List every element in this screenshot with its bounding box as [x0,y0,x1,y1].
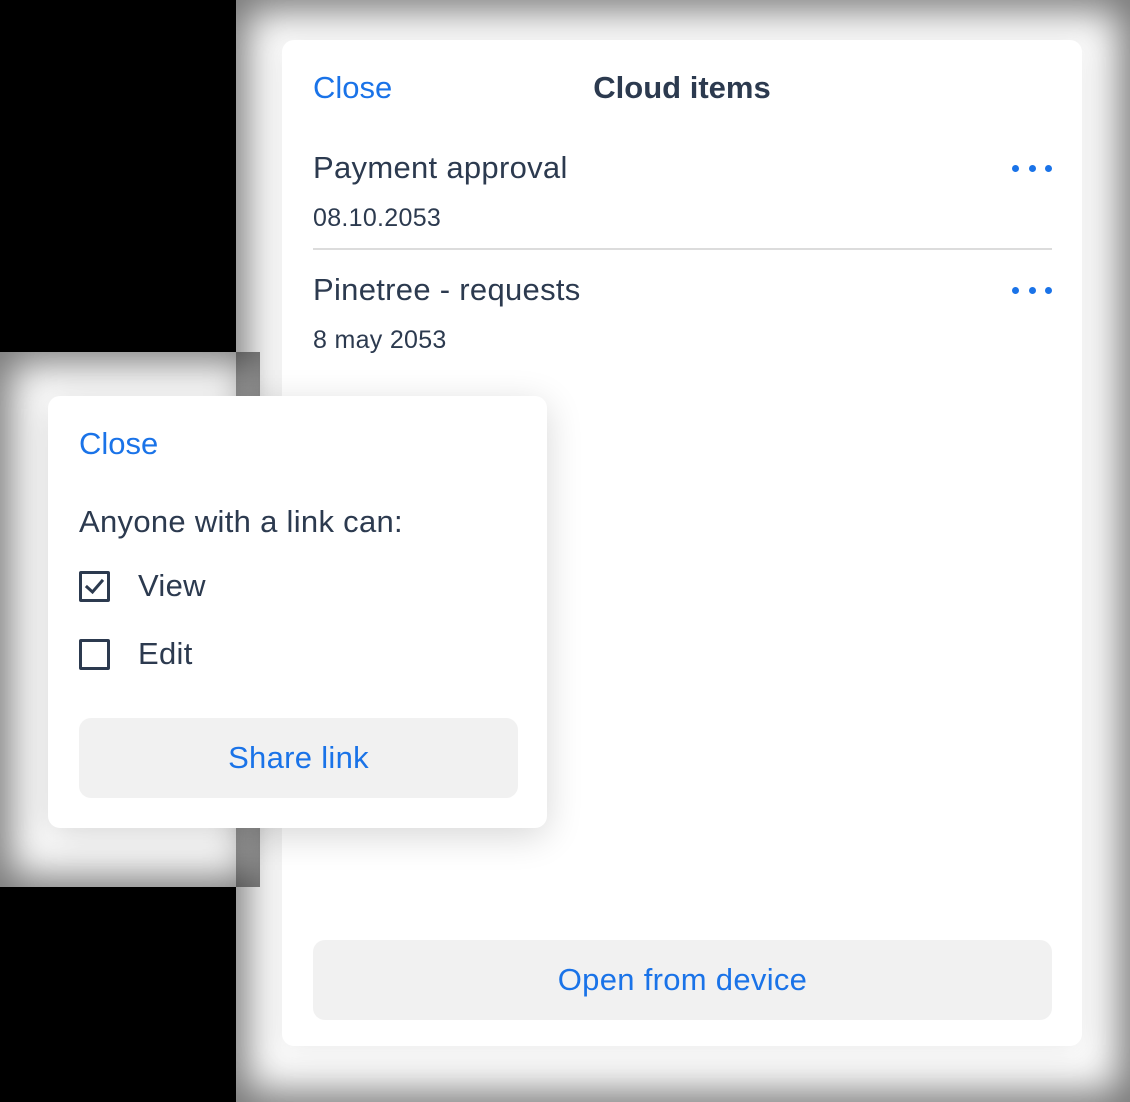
edit-permission-option[interactable]: Edit [79,636,193,672]
share-link-button[interactable]: Share link [79,718,518,798]
more-dot [1012,164,1019,172]
edit-label: Edit [138,636,193,671]
more-dot [1045,286,1052,294]
more-dot [1028,286,1036,294]
view-permission-option[interactable]: View [79,568,206,604]
cloud-panel-title: Cloud items [593,70,771,105]
more-dot [1045,164,1052,172]
view-checkbox[interactable] [79,570,110,602]
share-link-panel: Close Anyone with a link can: View Edit … [48,396,547,828]
more-horizontal-icon[interactable] [1012,280,1052,300]
more-dot [1028,164,1036,172]
share-permissions-heading: Anyone with a link can: [79,504,403,539]
edit-checkbox[interactable] [79,638,110,670]
cloud-item-name: Payment approval [313,150,568,185]
cloud-item[interactable]: Payment approval 08.10.2053 [313,146,1052,250]
open-from-device-button[interactable]: Open from device [313,940,1052,1020]
more-dot [1012,286,1019,294]
cloud-item[interactable]: Pinetree - requests 8 may 2053 [313,268,1052,378]
view-label: View [138,568,206,603]
cloud-item-date: 8 may 2053 [313,326,447,354]
checkmark-icon [84,578,105,594]
cloud-item-name: Pinetree - requests [313,272,581,307]
cloud-item-date: 08.10.2053 [313,204,442,232]
share-close-button[interactable]: Close [79,426,158,462]
more-horizontal-icon[interactable] [1012,158,1052,178]
